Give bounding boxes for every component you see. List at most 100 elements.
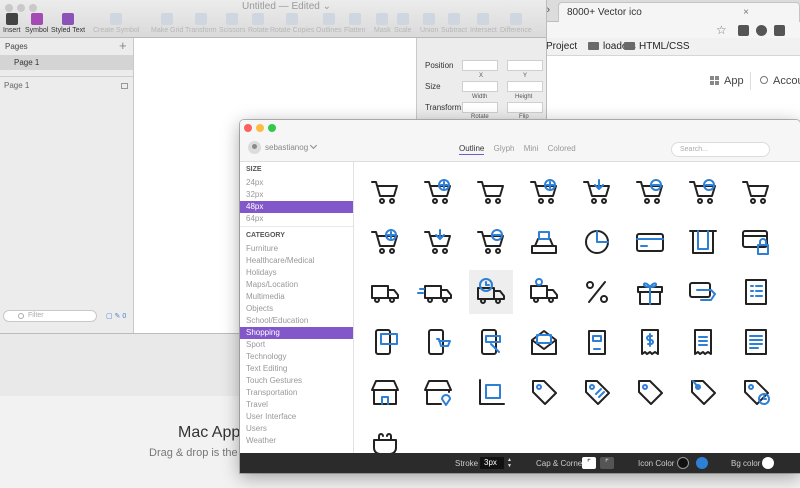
zoom-window-button[interactable] xyxy=(29,4,37,12)
icon-tile[interactable] xyxy=(734,270,778,314)
icon-tile[interactable] xyxy=(681,270,725,314)
icon-tile[interactable] xyxy=(469,270,513,314)
artboard-icon[interactable] xyxy=(121,83,128,89)
page-item[interactable]: Page 1 xyxy=(0,55,133,70)
bg-color-swatch[interactable] xyxy=(762,457,774,469)
icon-tile[interactable] xyxy=(628,270,672,314)
toolbar-transform-button[interactable]: Transform xyxy=(185,13,217,34)
icon-color-swatch-blue[interactable] xyxy=(696,457,708,469)
icon-tile[interactable] xyxy=(363,320,407,364)
icon-tile[interactable] xyxy=(522,320,566,364)
bookmark-star-icon[interactable]: ☆ xyxy=(716,23,727,37)
close-window-button[interactable] xyxy=(244,124,252,132)
toolbar-scissors-button[interactable]: Scissors xyxy=(219,13,245,34)
icon-tile[interactable] xyxy=(416,170,460,214)
icon-tile[interactable] xyxy=(522,170,566,214)
icon-tile[interactable] xyxy=(575,270,619,314)
toolbar-symbol-button[interactable]: Symbol xyxy=(25,13,48,34)
icon-tile[interactable] xyxy=(681,320,725,364)
icon-tile[interactable] xyxy=(734,320,778,364)
icon-tile[interactable] xyxy=(575,370,619,414)
category-item[interactable]: Holidays xyxy=(240,267,353,279)
tab-mini[interactable]: Mini xyxy=(524,144,539,153)
user-menu[interactable]: sebastianog xyxy=(248,141,318,154)
close-window-button[interactable] xyxy=(5,4,13,12)
icon-tile[interactable] xyxy=(416,370,460,414)
tab-glyph[interactable]: Glyph xyxy=(494,144,515,153)
size-option[interactable]: 32px xyxy=(240,189,353,201)
icon-tile[interactable] xyxy=(522,270,566,314)
icon-tile[interactable] xyxy=(363,370,407,414)
nav-account-link[interactable]: Accoun xyxy=(760,75,800,87)
close-tab-icon[interactable]: × xyxy=(743,3,749,22)
size-option[interactable]: 24px xyxy=(240,177,353,189)
extension-pocket-icon[interactable] xyxy=(774,25,785,36)
browser-tab[interactable]: 8000+ Vector ico × xyxy=(558,2,800,22)
category-item[interactable]: Travel xyxy=(240,399,353,411)
icon-tile[interactable] xyxy=(363,270,407,314)
category-item[interactable]: User Interface xyxy=(240,411,353,423)
category-item[interactable]: Furniture xyxy=(240,243,353,255)
icon-tile[interactable] xyxy=(628,370,672,414)
toolbar-insert-button[interactable]: Insert xyxy=(3,13,21,34)
layer-item[interactable]: Page 1 xyxy=(4,81,29,90)
toolbar-create-symbol-button[interactable]: Create Symbol xyxy=(93,13,139,34)
stroke-input[interactable]: 3px xyxy=(480,457,504,469)
position-y-input[interactable] xyxy=(507,60,543,71)
icon-tile[interactable] xyxy=(628,220,672,264)
icon-tile[interactable] xyxy=(363,170,407,214)
search-input[interactable]: Search... xyxy=(671,142,770,157)
size-option[interactable]: 64px xyxy=(240,213,353,225)
icon-tile[interactable] xyxy=(681,220,725,264)
icon-tile[interactable] xyxy=(734,170,778,214)
tab-outline[interactable]: Outline xyxy=(459,144,485,155)
category-item[interactable]: Touch Gestures xyxy=(240,375,353,387)
toolbar-subtract-button[interactable]: Subtract xyxy=(441,13,467,34)
icon-tile[interactable] xyxy=(575,220,619,264)
rotate-input[interactable] xyxy=(462,102,498,113)
icon-tile[interactable] xyxy=(734,220,778,264)
category-item[interactable]: Users xyxy=(240,423,353,435)
icon-tile[interactable] xyxy=(628,320,672,364)
stroke-stepper[interactable]: ▲ ▼ xyxy=(506,457,513,469)
toolbar-outlines-button[interactable]: Outlines xyxy=(316,13,342,34)
add-page-button[interactable]: + xyxy=(119,38,127,53)
toolbar-flatten-button[interactable]: Flatten xyxy=(344,13,365,34)
toolbar-rotate-copies-button[interactable]: Rotate Copies xyxy=(270,13,314,34)
width-input[interactable] xyxy=(462,81,498,92)
extension-layers-icon[interactable] xyxy=(738,25,749,36)
icon-tile[interactable] xyxy=(575,320,619,364)
category-item[interactable]: Text Editing xyxy=(240,363,353,375)
icon-tile[interactable] xyxy=(469,170,513,214)
icon-tile[interactable] xyxy=(522,370,566,414)
icon-tile[interactable] xyxy=(681,170,725,214)
nav-app-link[interactable]: App xyxy=(710,75,744,87)
category-item[interactable]: School/Education xyxy=(240,315,353,327)
square-cap-button[interactable]: ⌜ xyxy=(582,457,596,469)
toolbar-grid-button[interactable]: Make Grid xyxy=(151,13,183,34)
category-item[interactable]: Objects xyxy=(240,303,353,315)
size-option[interactable]: 48px xyxy=(240,201,353,213)
height-input[interactable] xyxy=(507,81,543,92)
icon-tile[interactable] xyxy=(469,370,513,414)
toolbar-rotate-button[interactable]: Rotate xyxy=(248,13,269,34)
icon-tile[interactable] xyxy=(522,220,566,264)
icon-tile[interactable] xyxy=(416,270,460,314)
category-item[interactable]: Multimedia xyxy=(240,291,353,303)
bookmark-project[interactable]: Project xyxy=(546,38,577,56)
category-item[interactable]: Technology xyxy=(240,351,353,363)
extension-circle-icon[interactable] xyxy=(756,25,767,36)
minimize-window-button[interactable] xyxy=(256,124,264,132)
layer-filter-input[interactable]: Filter xyxy=(3,310,97,322)
icon-tile[interactable] xyxy=(363,220,407,264)
tab-colored[interactable]: Colored xyxy=(548,144,576,153)
zoom-window-button[interactable] xyxy=(268,124,276,132)
icon-tile[interactable] xyxy=(469,220,513,264)
category-item[interactable]: Maps/Location xyxy=(240,279,353,291)
position-x-input[interactable] xyxy=(462,60,498,71)
toolbar-styled-text-button[interactable]: Styled Text xyxy=(51,13,85,34)
icon-tile[interactable] xyxy=(734,370,778,414)
category-item[interactable]: Sport xyxy=(240,339,353,351)
layer-tools[interactable]: ▢ ✎ 0 xyxy=(106,312,126,320)
icon-color-swatch-dark[interactable] xyxy=(677,457,689,469)
